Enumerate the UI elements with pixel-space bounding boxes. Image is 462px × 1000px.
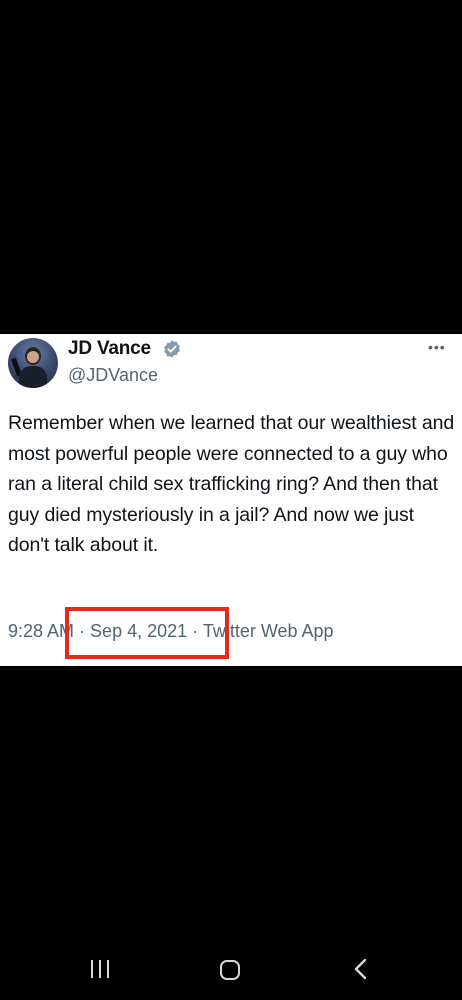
android-nav-bar <box>0 940 462 1000</box>
back-chevron-icon[interactable] <box>350 958 372 980</box>
user-handle[interactable]: @JDVance <box>68 365 158 386</box>
phone-screen: JD Vance @JDVance ••• Remember when we l… <box>0 0 462 1000</box>
display-name[interactable]: JD Vance <box>68 338 151 360</box>
tweet-text: Remember when we learned that our wealth… <box>8 412 455 557</box>
recent-apps-icon[interactable] <box>90 960 110 978</box>
avatar[interactable] <box>8 338 58 388</box>
verified-badge-icon <box>164 340 180 358</box>
tweet-screenshot: JD Vance @JDVance ••• Remember when we l… <box>0 334 462 666</box>
date-highlight-box <box>65 607 229 659</box>
avatar-face <box>27 351 39 363</box>
avatar-body <box>19 366 47 388</box>
more-horizontal-icon[interactable]: ••• <box>428 340 446 354</box>
home-icon[interactable] <box>220 960 240 980</box>
